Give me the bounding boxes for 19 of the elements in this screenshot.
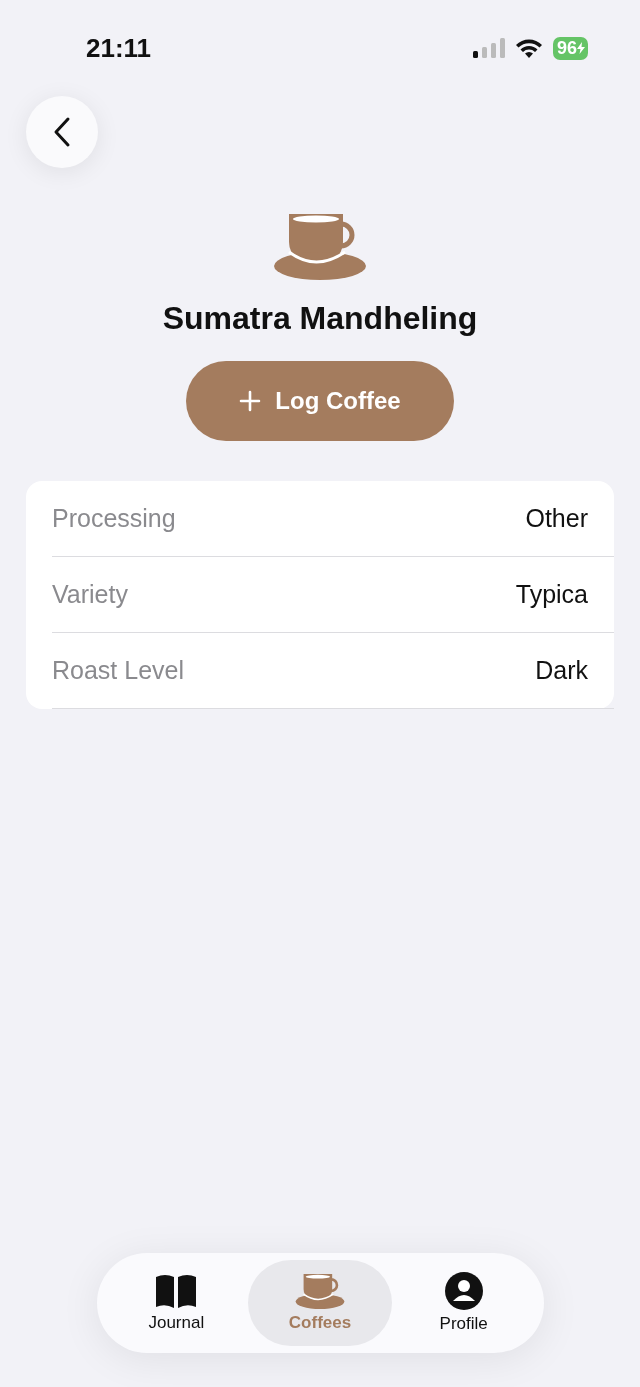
detail-value: Other bbox=[525, 504, 588, 533]
tab[interactable]: Profile bbox=[391, 1260, 536, 1346]
log-coffee-button[interactable]: Log Coffee bbox=[186, 361, 454, 441]
person-icon bbox=[444, 1272, 483, 1310]
status-time: 21:11 bbox=[86, 32, 152, 64]
detail-value: Dark bbox=[535, 656, 588, 685]
detail-label: Roast Level bbox=[52, 656, 185, 685]
detail-label: Variety bbox=[52, 580, 128, 609]
coffee-title: Sumatra Mandheling bbox=[162, 300, 478, 337]
plus-icon bbox=[239, 390, 262, 412]
coffee-cup-icon bbox=[295, 1273, 345, 1309]
tab[interactable]: Journal bbox=[104, 1260, 249, 1346]
signal-icon bbox=[472, 38, 505, 58]
battery-indicator: 96 bbox=[552, 36, 588, 60]
detail-value: Typica bbox=[515, 580, 588, 609]
detail-label: Processing bbox=[52, 504, 176, 533]
wifi-icon bbox=[514, 38, 543, 58]
back-chevron-icon bbox=[52, 116, 72, 148]
coffee-cup-icon bbox=[273, 212, 367, 280]
